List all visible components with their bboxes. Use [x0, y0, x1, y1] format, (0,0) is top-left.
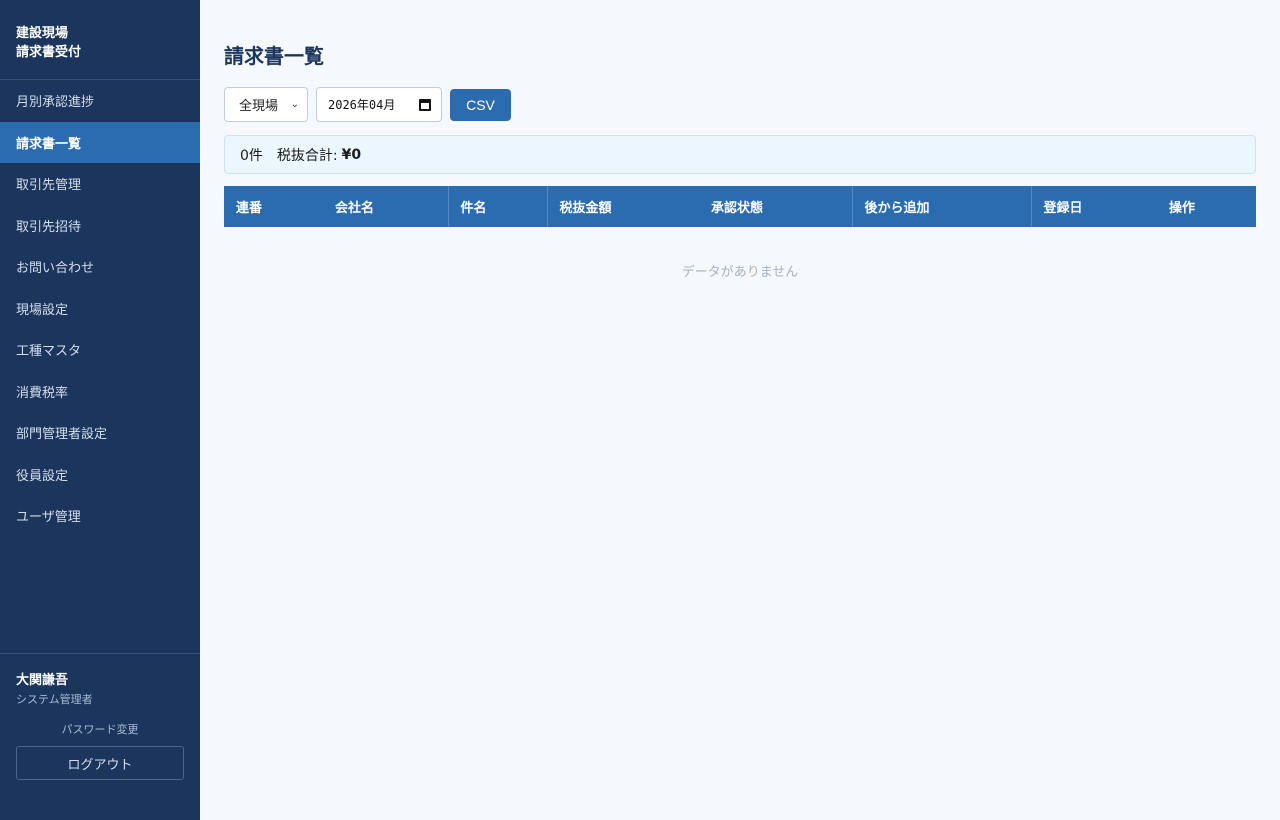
- app-root: 建設現場 請求書受付 月別承認進捗 請求書一覧 取引先管理 取引先招待 お問い合…: [0, 0, 1280, 820]
- sidebar: 建設現場 請求書受付 月別承認進捗 請求書一覧 取引先管理 取引先招待 お問い合…: [0, 0, 200, 820]
- column-header-subject[interactable]: 件名: [447, 186, 547, 227]
- month-input-value: 2026年04月: [328, 98, 396, 112]
- brand-line-2: 請求書受付: [16, 45, 82, 60]
- sidebar-item-tax-rate[interactable]: 消費税率: [0, 371, 200, 413]
- total-value: ¥0: [341, 146, 362, 163]
- sidebar-item-partners[interactable]: 取引先管理: [0, 163, 200, 205]
- logout-button[interactable]: ログアウト: [16, 746, 184, 780]
- table-header-row: 連番 会社名 件名 税抜金額 承認状態 後から追加 登録日 操作: [224, 186, 1256, 227]
- sidebar-item-monthly-approval[interactable]: 月別承認進捗: [0, 80, 200, 122]
- month-input[interactable]: 2026年04月: [316, 87, 442, 122]
- calendar-icon[interactable]: [419, 98, 431, 111]
- sidebar-item-executives[interactable]: 役員設定: [0, 454, 200, 496]
- main-content: 請求書一覧 全現場 ⌄ 2026年04月 CSV 0件 税抜合計: ¥0 連番 …: [200, 0, 1280, 820]
- user-role: システム管理者: [16, 693, 93, 706]
- page-title: 請求書一覧: [224, 44, 324, 68]
- empty-message: データがありません: [681, 264, 799, 280]
- column-header-serial[interactable]: 連番: [224, 186, 323, 227]
- sidebar-item-users[interactable]: ユーザ管理: [0, 495, 200, 537]
- chevron-down-icon: ⌄: [290, 99, 299, 110]
- sidebar-item-work-type-master[interactable]: 工種マスタ: [0, 329, 200, 371]
- change-password-link[interactable]: パスワード変更: [16, 722, 184, 738]
- column-header-amount[interactable]: 税抜金額: [546, 186, 699, 227]
- site-select[interactable]: 全現場 ⌄: [224, 87, 308, 122]
- column-header-registered-date[interactable]: 登録日: [1030, 186, 1157, 227]
- summary-bar: 0件 税抜合計: ¥0: [224, 135, 1256, 174]
- sidebar-item-site-settings[interactable]: 現場設定: [0, 288, 200, 330]
- user-panel: 大関謙吾 システム管理者 パスワード変更 ログアウト: [0, 653, 200, 820]
- filter-toolbar: 全現場 ⌄ 2026年04月 CSV: [224, 87, 1256, 122]
- sidebar-item-dept-admin[interactable]: 部門管理者設定: [0, 412, 200, 454]
- invoice-table: 連番 会社名 件名 税抜金額 承認状態 後から追加 登録日 操作 データがありま…: [224, 186, 1256, 287]
- site-select-value: 全現場: [239, 99, 279, 114]
- column-header-added-later[interactable]: 後から追加: [851, 186, 1031, 227]
- column-header-actions: 操作: [1169, 201, 1196, 216]
- sidebar-item-partner-invite[interactable]: 取引先招待: [0, 205, 200, 247]
- sidebar-item-invoice-list[interactable]: 請求書一覧: [0, 121, 200, 163]
- sidebar-item-contact[interactable]: お問い合わせ: [0, 246, 200, 288]
- empty-row: データがありません: [224, 227, 1256, 287]
- brand-line-1: 建設現場: [16, 26, 69, 41]
- column-header-approval-status[interactable]: 承認状態: [699, 186, 852, 227]
- invoice-count: 0件: [240, 147, 263, 164]
- brand: 建設現場 請求書受付: [0, 0, 200, 80]
- csv-button[interactable]: CSV: [450, 88, 511, 121]
- column-header-company[interactable]: 会社名: [323, 186, 448, 227]
- sidebar-nav: 月別承認進捗 請求書一覧 取引先管理 取引先招待 お問い合わせ 現場設定 工種マ…: [0, 80, 200, 653]
- total-label: 税抜合計:: [276, 147, 338, 164]
- user-name: 大関謙吾: [16, 673, 69, 688]
